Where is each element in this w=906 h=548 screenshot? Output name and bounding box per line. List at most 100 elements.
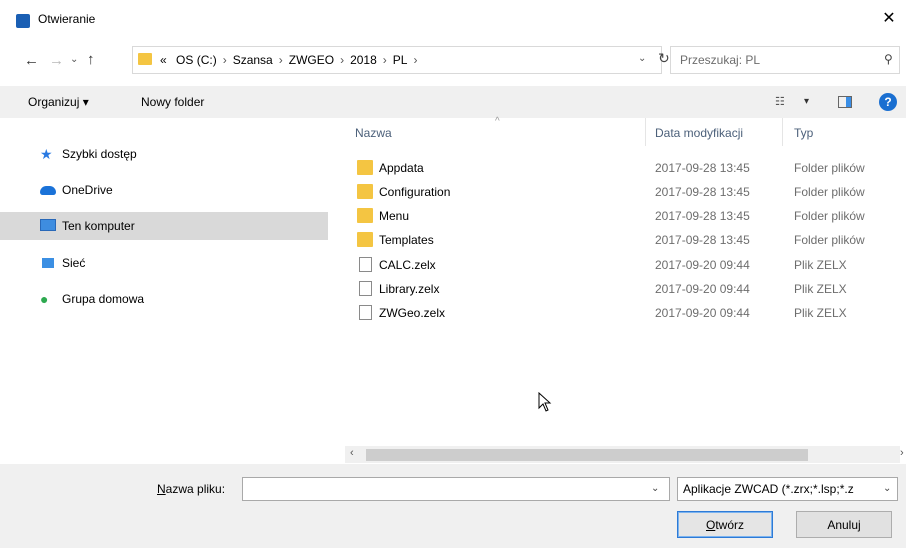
file-type: Folder plików (794, 209, 865, 223)
file-date: 2017-09-28 13:45 (655, 233, 750, 247)
file-type-value: Aplikacje ZWCAD (*.zrx;*.lsp;*.z (683, 482, 854, 496)
breadcrumb-item[interactable]: OS (C:) (176, 53, 217, 67)
computer-icon (40, 219, 56, 231)
open-label-text: twórz (715, 518, 744, 532)
file-row[interactable]: CALC.zelx 2017-09-20 09:44 Plik ZELX (352, 253, 892, 277)
preview-pane-icon[interactable] (838, 96, 852, 108)
folder-icon (138, 53, 152, 65)
file-date: 2017-09-28 13:45 (655, 161, 750, 175)
scroll-right-icon[interactable]: › (900, 447, 904, 459)
folder-icon (357, 184, 373, 199)
file-row[interactable]: Menu 2017-09-28 13:45 Folder plików (352, 204, 892, 228)
chevron-down-icon[interactable]: ⌄ (651, 483, 659, 494)
network-icon (42, 258, 54, 268)
filename-label-accesskey: N (157, 482, 166, 496)
file-date: 2017-09-28 13:45 (655, 209, 750, 223)
homegroup-icon: ● (40, 291, 49, 307)
file-row[interactable]: Appdata 2017-09-28 13:45 Folder plików (352, 156, 892, 180)
back-arrow-icon[interactable]: ← (24, 52, 39, 69)
search-input[interactable] (676, 51, 874, 69)
file-name: Library.zelx (379, 282, 440, 296)
file-row[interactable]: Templates 2017-09-28 13:45 Folder plików (352, 228, 892, 252)
toolbar (0, 86, 906, 118)
refresh-icon[interactable]: ↻ (658, 50, 670, 67)
file-name: ZWGeo.zelx (379, 306, 446, 320)
column-divider[interactable] (645, 118, 646, 146)
file-type: Folder plików (794, 233, 865, 247)
organize-button[interactable]: Organizuj ▾ (28, 95, 89, 109)
sidebar-item-quick-access[interactable]: ★ Szybki dostęp (0, 140, 328, 168)
cancel-button[interactable]: Anuluj (796, 511, 892, 538)
file-date: 2017-09-28 13:45 (655, 185, 750, 199)
view-options-icon[interactable]: ☷ (775, 95, 785, 108)
app-icon (16, 14, 30, 28)
open-button-label: Otwórz (678, 518, 772, 532)
open-accesskey: O (705, 518, 716, 532)
chevron-down-icon[interactable]: ⌄ (638, 53, 646, 64)
column-header-date[interactable]: Data modyfikacji (655, 126, 743, 140)
filename-label-text: azwa pliku: (165, 482, 226, 496)
cancel-button-label: Anuluj (827, 518, 861, 532)
search-icon[interactable]: ⚲ (884, 52, 893, 66)
file-type: Folder plików (794, 185, 865, 199)
chevron-down-icon[interactable]: ⌄ (70, 54, 78, 65)
sidebar-item-network[interactable]: Sieć (0, 249, 328, 277)
scrollbar-thumb[interactable] (366, 449, 808, 461)
chevron-down-icon[interactable]: ⌄ (883, 483, 891, 494)
breadcrumb-overflow[interactable]: « (160, 53, 167, 67)
new-folder-button[interactable]: Nowy folder (141, 95, 204, 109)
breadcrumb-separator-icon[interactable]: › (223, 53, 227, 67)
file-name: Configuration (379, 185, 451, 199)
sidebar-item-this-pc[interactable]: Ten komputer (0, 212, 328, 240)
file-date: 2017-09-20 09:44 (655, 282, 750, 296)
file-type: Folder plików (794, 161, 865, 175)
help-icon[interactable]: ? (879, 93, 897, 111)
breadcrumb-separator-icon[interactable]: › (340, 53, 344, 67)
sidebar-item-label: OneDrive (62, 183, 113, 197)
sidebar-item-label: Ten komputer (62, 219, 135, 233)
sidebar-item-label: Sieć (62, 256, 86, 270)
column-divider[interactable] (782, 118, 783, 146)
up-arrow-icon[interactable]: ↑ (87, 51, 95, 68)
file-type: Plik ZELX (794, 306, 847, 320)
file-icon (359, 281, 372, 296)
breadcrumb-item[interactable]: PL (393, 53, 408, 67)
scroll-left-icon[interactable]: ‹ (350, 447, 354, 459)
breadcrumb-separator-icon[interactable]: › (279, 53, 283, 67)
file-row[interactable]: ZWGeo.zelx 2017-09-20 09:44 Plik ZELX (352, 301, 892, 325)
file-type: Plik ZELX (794, 282, 847, 296)
title-bar (0, 0, 906, 42)
file-row[interactable]: Library.zelx 2017-09-20 09:44 Plik ZELX (352, 277, 892, 301)
file-name: Templates (379, 233, 434, 247)
open-button[interactable]: Otwórz (677, 511, 773, 538)
file-name: CALC.zelx (379, 258, 436, 272)
file-date: 2017-09-20 09:44 (655, 258, 750, 272)
sort-ascending-icon: ^ (495, 116, 500, 127)
mouse-cursor-icon (538, 392, 552, 412)
sidebar-item-onedrive[interactable]: OneDrive (0, 176, 328, 204)
star-icon: ★ (40, 146, 53, 162)
sidebar-item-homegroup[interactable]: ● Grupa domowa (0, 285, 328, 313)
cloud-icon (40, 186, 56, 195)
breadcrumb-separator-icon[interactable]: › (413, 53, 417, 67)
file-icon (359, 257, 372, 272)
forward-arrow-icon[interactable]: → (49, 52, 64, 69)
sidebar-item-label: Grupa domowa (62, 292, 145, 306)
window-title: Otwieranie (38, 12, 96, 26)
breadcrumb-item[interactable]: 2018 (350, 53, 377, 67)
sidebar-item-label: Szybki dostęp (62, 147, 137, 161)
file-name: Menu (379, 209, 410, 223)
file-type: Plik ZELX (794, 258, 847, 272)
folder-icon (357, 160, 373, 175)
view-dropdown-icon[interactable]: ▾ (804, 96, 809, 107)
file-date: 2017-09-20 09:44 (655, 306, 750, 320)
close-button[interactable]: ✕ (876, 8, 902, 30)
breadcrumb-separator-icon[interactable]: › (383, 53, 387, 67)
breadcrumb-item[interactable]: Szansa (233, 53, 273, 67)
column-header-name[interactable]: Nazwa (355, 126, 392, 140)
filename-input[interactable] (246, 480, 646, 497)
breadcrumb-item[interactable]: ZWGEO (289, 53, 334, 67)
column-header-type[interactable]: Typ (794, 126, 813, 140)
file-row[interactable]: Configuration 2017-09-28 13:45 Folder pl… (352, 180, 892, 204)
file-name: Appdata (379, 161, 424, 175)
